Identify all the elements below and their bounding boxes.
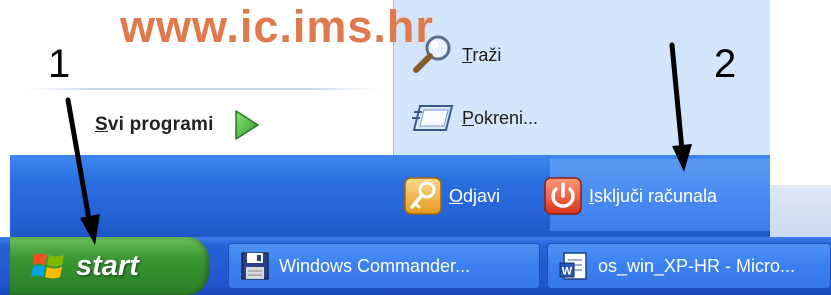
logoff-label: Odjavi: [449, 185, 501, 206]
annotation-number-2: 2: [714, 42, 737, 86]
key-icon: [404, 177, 442, 215]
taskbar: start Windows Commander... W os_win_XP-H…: [0, 237, 831, 295]
logoff-button[interactable]: Odjavi: [403, 170, 500, 222]
watermark-text: www.ic.ims.hr: [120, 1, 434, 52]
taskbar-item-word-document[interactable]: W os_win_XP-HR - Micro...: [547, 243, 831, 289]
run-menu-item[interactable]: Pokreni...: [410, 96, 538, 140]
svg-text:W: W: [562, 266, 573, 278]
taskbar-item-label: Windows Commander...: [279, 255, 471, 276]
green-arrow-icon: [234, 110, 259, 140]
start-menu-footer: Odjavi Isključi računala: [10, 155, 775, 237]
all-programs-label: Svi programi: [95, 114, 214, 135]
all-programs-button[interactable]: Svi programi: [95, 103, 262, 147]
windows-logo-icon: [31, 253, 64, 279]
taskbar-item-label: os_win_XP-HR - Micro...: [598, 255, 796, 276]
run-label: Pokreni...: [462, 107, 539, 128]
search-label: Traži: [462, 44, 502, 65]
annotation-number-1: 1: [48, 42, 71, 86]
floppy-disk-icon: [241, 252, 269, 280]
word-document-icon: W: [559, 252, 587, 280]
desktop-area: [770, 0, 831, 237]
taskbar-item-windows-commander[interactable]: Windows Commander...: [228, 243, 540, 289]
menu-separator: [26, 88, 378, 90]
run-icon: [412, 105, 454, 131]
shutdown-label: Isključi računala: [589, 185, 718, 206]
shutdown-button[interactable]: Isključi računala: [543, 170, 717, 222]
power-icon: [544, 177, 582, 215]
start-button[interactable]: start: [10, 237, 209, 295]
start-label: start: [76, 249, 139, 282]
desktop-strip: [770, 185, 831, 237]
